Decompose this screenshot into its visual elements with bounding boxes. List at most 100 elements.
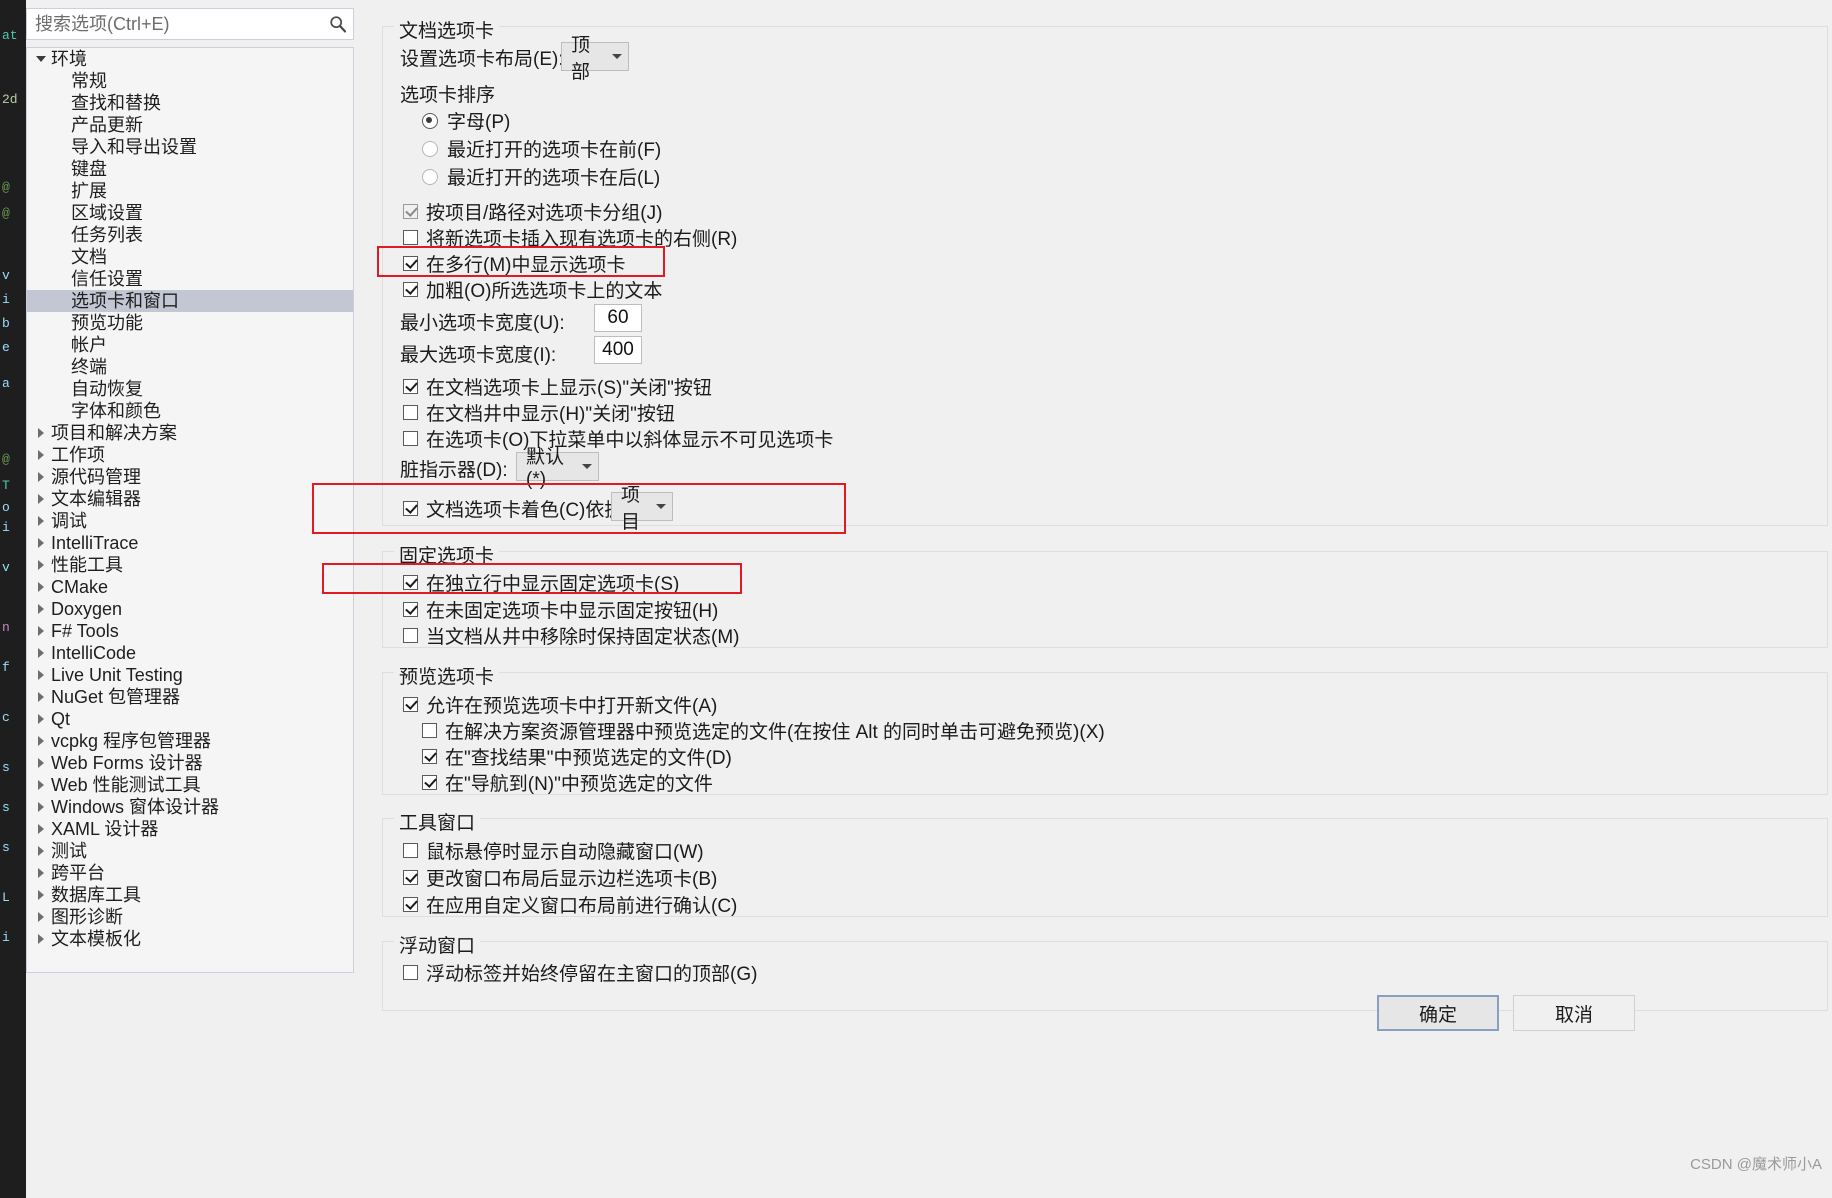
tree-item-label: 查找和替换 (71, 93, 161, 113)
check-pinned-separate-row[interactable]: 在独立行中显示固定选项卡(S) (403, 569, 679, 596)
check-italic-invisible[interactable]: 在选项卡(O)下拉菜单中以斜体显示不可见选项卡 (403, 425, 833, 452)
tree-item[interactable]: 自动恢复 (27, 378, 353, 400)
radio-recent-first[interactable]: 最近打开的选项卡在前(F) (422, 135, 661, 162)
cancel-button[interactable]: 取消 (1513, 995, 1635, 1031)
tab-coloring-combo[interactable]: 项目 (611, 485, 673, 533)
tree-item[interactable]: vcpkg 程序包管理器 (27, 730, 353, 752)
tree-item[interactable]: 产品更新 (27, 114, 353, 136)
tree-item[interactable]: 工作项 (27, 444, 353, 466)
check-tab-coloring[interactable]: 文档选项卡着色(C)依据: (403, 495, 629, 522)
options-category-tree[interactable]: 环境 常规 查找和替换 产品更新 导入和导出设置 键盘 扩展 区域设置 任务列表 文档 信任设置 选项… (26, 47, 354, 973)
check-multirow[interactable]: 在多行(M)中显示选项卡 (403, 250, 625, 277)
tree-item-label: NuGet 包管理器 (51, 687, 181, 707)
tree-item[interactable]: 测试 (27, 840, 353, 862)
tree-item[interactable]: 常规 (27, 70, 353, 92)
chevron-down-icon (612, 54, 622, 59)
checkbox-indicator (403, 379, 418, 394)
tree-item[interactable]: IntelliCode (27, 642, 353, 664)
tree-item[interactable]: 文档 (27, 246, 353, 268)
check-show-sidebar-tabs[interactable]: 更改窗口布局后显示边栏选项卡(B) (403, 864, 717, 891)
check-confirm-layout-apply[interactable]: 在应用自定义窗口布局前进行确认(C) (403, 891, 737, 918)
check-preview-find-results-label: 在"查找结果"中预览选定的文件(D) (445, 748, 732, 769)
check-allow-preview-open[interactable]: 允许在预览选项卡中打开新文件(A) (403, 691, 717, 718)
tab-layout-label-text: 设置选项卡布局(E): (400, 49, 564, 70)
check-show-close-in-well[interactable]: 在文档井中显示(H)"关闭"按钮 (403, 399, 675, 426)
tool-windows-group-title: 工具窗口 (394, 808, 481, 835)
tree-item[interactable]: Doxygen (27, 598, 353, 620)
check-keep-pinned-state[interactable]: 当文档从井中移除时保持固定状态(M) (403, 622, 739, 649)
tree-item[interactable]: Windows 窗体设计器 (27, 796, 353, 818)
tree-item[interactable]: 任务列表 (27, 224, 353, 246)
dirty-indicator-combo[interactable]: 默认(*) (516, 447, 599, 490)
chevron-right-icon (33, 560, 49, 570)
tree-item[interactable]: Web 性能测试工具 (27, 774, 353, 796)
checkbox-indicator (403, 405, 418, 420)
tree-item[interactable]: NuGet 包管理器 (27, 686, 353, 708)
tree-item-label: 导入和导出设置 (71, 137, 197, 157)
tree-item[interactable]: 查找和替换 (27, 92, 353, 114)
tree-item[interactable]: Qt (27, 708, 353, 730)
radio-indicator (422, 112, 438, 129)
tab-layout-combo[interactable]: 顶部 (561, 35, 629, 83)
tree-item[interactable]: CMake (27, 576, 353, 598)
check-show-autohide-on-hover[interactable]: 鼠标悬停时显示自动隐藏窗口(W) (403, 837, 704, 864)
check-bold-selected[interactable]: 加粗(O)所选选项卡上的文本 (403, 276, 662, 303)
tree-item[interactable]: 环境 (27, 48, 353, 70)
tree-item[interactable]: XAML 设计器 (27, 818, 353, 840)
tree-item[interactable]: 性能工具 (27, 554, 353, 576)
tree-item-label: 帐户 (71, 335, 107, 355)
radio-alphabetical[interactable]: 字母(P) (422, 107, 510, 134)
tree-item[interactable]: 调试 (27, 510, 353, 532)
min-tab-width-input[interactable]: 60 (594, 304, 642, 332)
tree-item[interactable]: 预览功能 (27, 312, 353, 334)
tree-item[interactable]: 跨平台 (27, 862, 353, 884)
check-preview-navigate-to[interactable]: 在"导航到(N)"中预览选定的文件 (422, 769, 713, 796)
tree-item[interactable]: Web Forms 设计器 (27, 752, 353, 774)
tree-item[interactable]: 文本编辑器 (27, 488, 353, 510)
chevron-right-icon (33, 670, 49, 680)
chevron-right-icon (33, 516, 49, 526)
tree-item-label: Live Unit Testing (51, 665, 183, 685)
check-preview-solution-explorer[interactable]: 在解决方案资源管理器中预览选定的文件(在按住 Alt 的同时单击可避免预览)(X… (422, 717, 1105, 744)
tree-item[interactable]: 文本模板化 (27, 928, 353, 950)
tree-item[interactable]: 数据库工具 (27, 884, 353, 906)
tree-item[interactable]: 键盘 (27, 158, 353, 180)
check-preview-find-results[interactable]: 在"查找结果"中预览选定的文件(D) (422, 743, 732, 770)
tree-item[interactable]: 图形诊断 (27, 906, 353, 928)
check-group-by-project[interactable]: 按项目/路径对选项卡分组(J) (403, 198, 662, 225)
tree-item-label: Doxygen (51, 599, 123, 619)
tree-item-label: Web Forms 设计器 (51, 753, 203, 773)
tree-item[interactable]: 帐户 (27, 334, 353, 356)
chevron-right-icon (33, 714, 49, 724)
tree-item-label: F# Tools (51, 621, 119, 641)
tree-item[interactable]: IntelliTrace (27, 532, 353, 554)
check-show-close-on-tab[interactable]: 在文档选项卡上显示(S)"关闭"按钮 (403, 373, 712, 400)
ok-button[interactable]: 确定 (1377, 995, 1499, 1031)
tree-item[interactable]: 选项卡和窗口 (27, 290, 353, 312)
tree-item-label: 扩展 (71, 181, 107, 201)
max-tab-width-input[interactable]: 400 (594, 336, 642, 364)
tree-item-label: 测试 (51, 841, 87, 861)
tree-item[interactable]: 项目和解决方案 (27, 422, 353, 444)
check-insert-right[interactable]: 将新选项卡插入现有选项卡的右侧(R) (403, 224, 737, 251)
radio-recent-last[interactable]: 最近打开的选项卡在后(L) (422, 163, 660, 190)
checkbox-indicator (403, 870, 418, 885)
check-show-pin-button[interactable]: 在未固定选项卡中显示固定按钮(H) (403, 596, 718, 623)
tree-item[interactable]: F# Tools (27, 620, 353, 642)
check-float-on-top[interactable]: 浮动标签并始终停留在主窗口的顶部(G) (403, 959, 757, 986)
tree-item[interactable]: 源代码管理 (27, 466, 353, 488)
chevron-right-icon (33, 648, 49, 658)
search-box[interactable] (26, 8, 354, 40)
tree-item[interactable]: 扩展 (27, 180, 353, 202)
search-input[interactable] (27, 12, 323, 36)
tree-item[interactable]: 导入和导出设置 (27, 136, 353, 158)
tree-item[interactable]: Live Unit Testing (27, 664, 353, 686)
tree-item[interactable]: 区域设置 (27, 202, 353, 224)
tree-item-label: 文本模板化 (51, 929, 141, 949)
chevron-right-icon (33, 912, 49, 922)
tree-item-label: Web 性能测试工具 (51, 775, 201, 795)
tree-item[interactable]: 终端 (27, 356, 353, 378)
check-italic-invisible-label: 在选项卡(O)下拉菜单中以斜体显示不可见选项卡 (426, 430, 834, 451)
tree-item[interactable]: 信任设置 (27, 268, 353, 290)
tree-item[interactable]: 字体和颜色 (27, 400, 353, 422)
